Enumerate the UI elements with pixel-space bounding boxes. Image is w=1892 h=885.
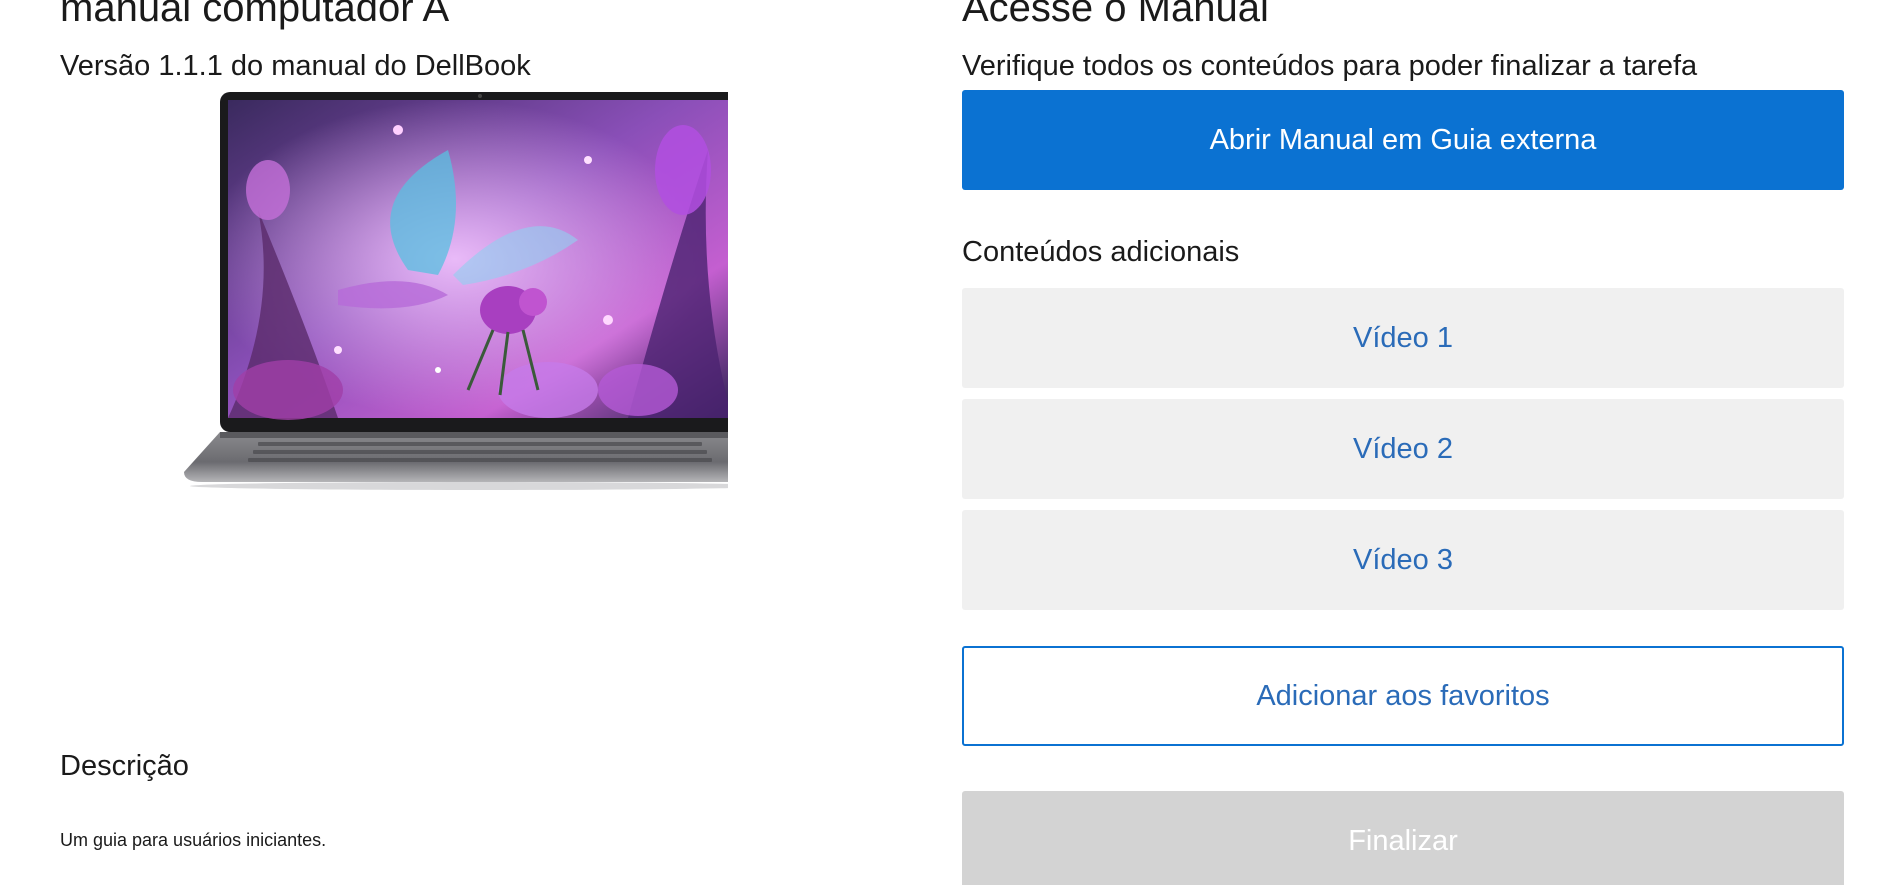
product-version: Versão 1.1.1 do manual do DellBook	[60, 50, 531, 82]
manual-page: manual computador A Versão 1.1.1 do manu…	[0, 0, 1892, 885]
access-title: Acesse o Manual	[962, 0, 1269, 30]
video-3-button[interactable]: Vídeo 3	[962, 510, 1844, 610]
description-text: Um guia para usuários iniciantes.	[60, 830, 327, 850]
open-manual-button[interactable]: Abrir Manual em Guia externa	[962, 90, 1844, 190]
laptop-image	[184, 92, 728, 490]
video-1-button[interactable]: Vídeo 1	[962, 288, 1844, 388]
video-2-button[interactable]: Vídeo 2	[962, 399, 1844, 499]
product-column: manual computador A Versão 1.1.1 do manu…	[60, 0, 900, 885]
product-title: manual computador A	[60, 0, 450, 30]
finish-button[interactable]: Finalizar	[962, 791, 1844, 885]
access-subtitle: Verifique todos os conteúdos para poder …	[962, 50, 1698, 82]
add-favorites-button[interactable]: Adicionar aos favoritos	[962, 646, 1844, 746]
description-label: Descrição	[60, 750, 189, 782]
additional-contents-label: Conteúdos adicionais	[962, 236, 1240, 268]
